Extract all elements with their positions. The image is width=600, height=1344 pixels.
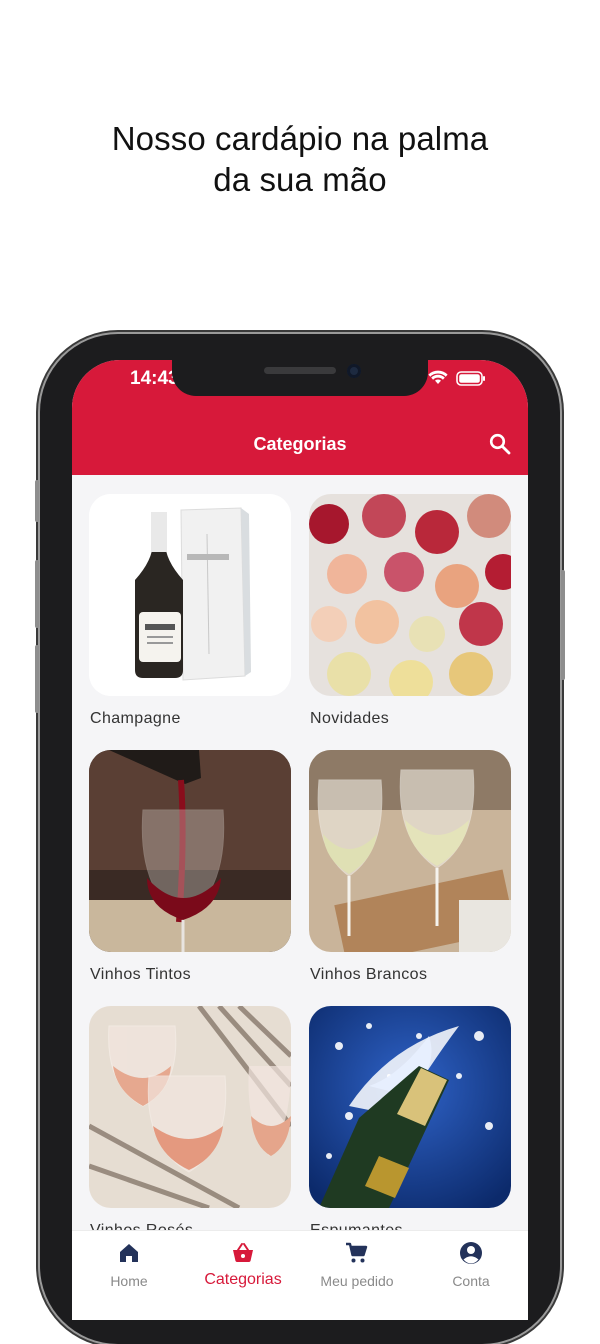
category-label: Champagne <box>90 710 181 727</box>
category-image-vinhos-tintos <box>89 750 291 952</box>
power-button <box>561 570 565 680</box>
home-icon <box>120 1244 138 1262</box>
account-icon <box>460 1242 482 1264</box>
tab-home-label: Home <box>110 1273 148 1289</box>
category-image-espumantes <box>309 1006 511 1208</box>
volume-down-button <box>35 645 39 713</box>
category-label: Vinhos Brancos <box>310 966 428 983</box>
category-image-champagne <box>89 494 291 696</box>
tab-conta-label: Conta <box>452 1273 490 1289</box>
headline-line-1: Nosso cardápio na palma <box>111 120 489 157</box>
category-image-vinhos-roses <box>89 1006 291 1208</box>
category-card-vinhos-roses[interactable]: Vinhos Rosés <box>89 1006 291 1239</box>
tab-meu-pedido[interactable]: Meu pedido <box>300 1231 414 1320</box>
basket-icon <box>233 1243 253 1262</box>
category-label: Novidades <box>310 710 390 727</box>
app-screen: 14:43 Categorias Champagne Novidades Vin… <box>72 360 528 1320</box>
status-icons <box>428 370 486 386</box>
search-icon <box>489 433 511 455</box>
category-card-espumantes[interactable]: Espumantes <box>309 1006 511 1239</box>
wifi-icon <box>428 370 448 386</box>
front-camera <box>347 364 361 378</box>
mute-switch <box>35 480 39 522</box>
page-title: Categorias <box>253 434 347 454</box>
phone-notch <box>172 360 428 396</box>
tab-conta[interactable]: Conta <box>414 1231 528 1320</box>
category-card-vinhos-tintos[interactable]: Vinhos Tintos <box>89 750 291 983</box>
category-image-novidades <box>309 494 511 696</box>
category-card-novidades[interactable]: Novidades <box>309 494 511 727</box>
tab-home[interactable]: Home <box>72 1231 186 1320</box>
battery-icon <box>456 370 486 386</box>
tab-categorias-label: Categorias <box>204 1271 282 1288</box>
category-card-vinhos-brancos[interactable]: Vinhos Brancos <box>309 750 511 983</box>
search-button[interactable] <box>488 432 512 456</box>
headline-line-2: da sua mão <box>213 161 387 198</box>
category-label: Vinhos Tintos <box>90 966 191 983</box>
tab-categorias[interactable]: Categorias <box>186 1231 300 1320</box>
category-card-champagne[interactable]: Champagne <box>89 494 291 727</box>
volume-up-button <box>35 560 39 628</box>
cart-icon <box>346 1242 368 1263</box>
bottom-tab-bar: Home Categorias Meu pedido Conta <box>72 1230 528 1320</box>
earpiece-speaker <box>264 367 336 374</box>
category-image-vinhos-brancos <box>309 750 511 952</box>
tab-meu-pedido-label: Meu pedido <box>320 1273 394 1289</box>
marketing-headline: Nosso cardápio na palma da sua mão <box>0 118 600 200</box>
